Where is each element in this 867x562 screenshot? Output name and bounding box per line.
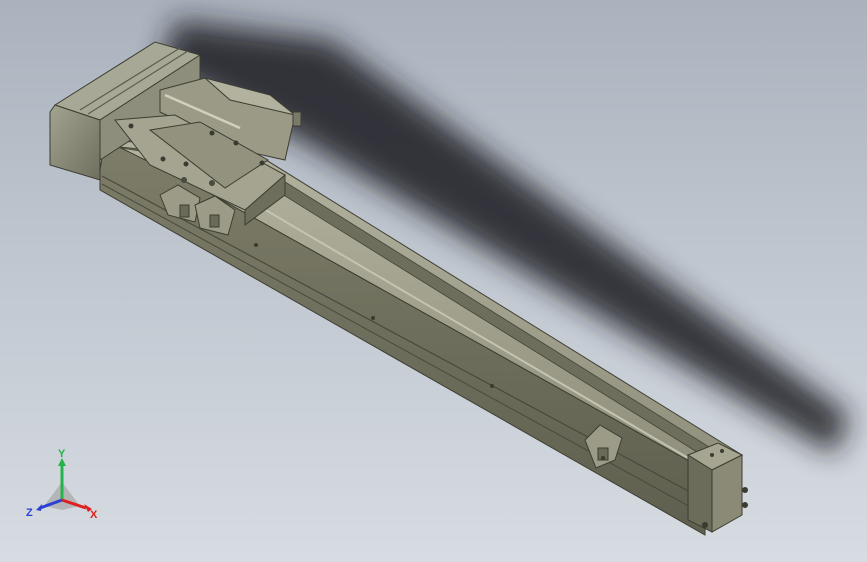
carriage-bolt (160, 156, 166, 162)
end-block-bolt (720, 449, 724, 453)
carriage-bolt (183, 161, 189, 167)
carriage-bolt (259, 160, 265, 166)
z-axis-head (36, 504, 42, 511)
carriage-bolt (233, 140, 239, 146)
model-scene[interactable] (0, 0, 867, 562)
end-block-bolt (702, 522, 708, 528)
y-axis-label: Y (58, 448, 66, 460)
rail-hole (254, 243, 258, 247)
x-axis-label: X (90, 509, 98, 521)
end-block-bolt (710, 453, 714, 457)
rail-hole (490, 384, 494, 388)
rail-groove-lower (101, 183, 706, 516)
carriage-bolt (128, 123, 134, 129)
z-axis-label: Z (26, 507, 33, 519)
view-orientation-triad[interactable]: Y X Z (22, 448, 112, 528)
end-block-bolt (742, 487, 748, 493)
end-block[interactable] (686, 442, 748, 533)
graphics-viewport[interactable]: Y X Z (0, 0, 867, 562)
carriage-bolt (209, 130, 215, 136)
end-block-bolt (742, 502, 748, 508)
rail-hole (371, 316, 375, 320)
